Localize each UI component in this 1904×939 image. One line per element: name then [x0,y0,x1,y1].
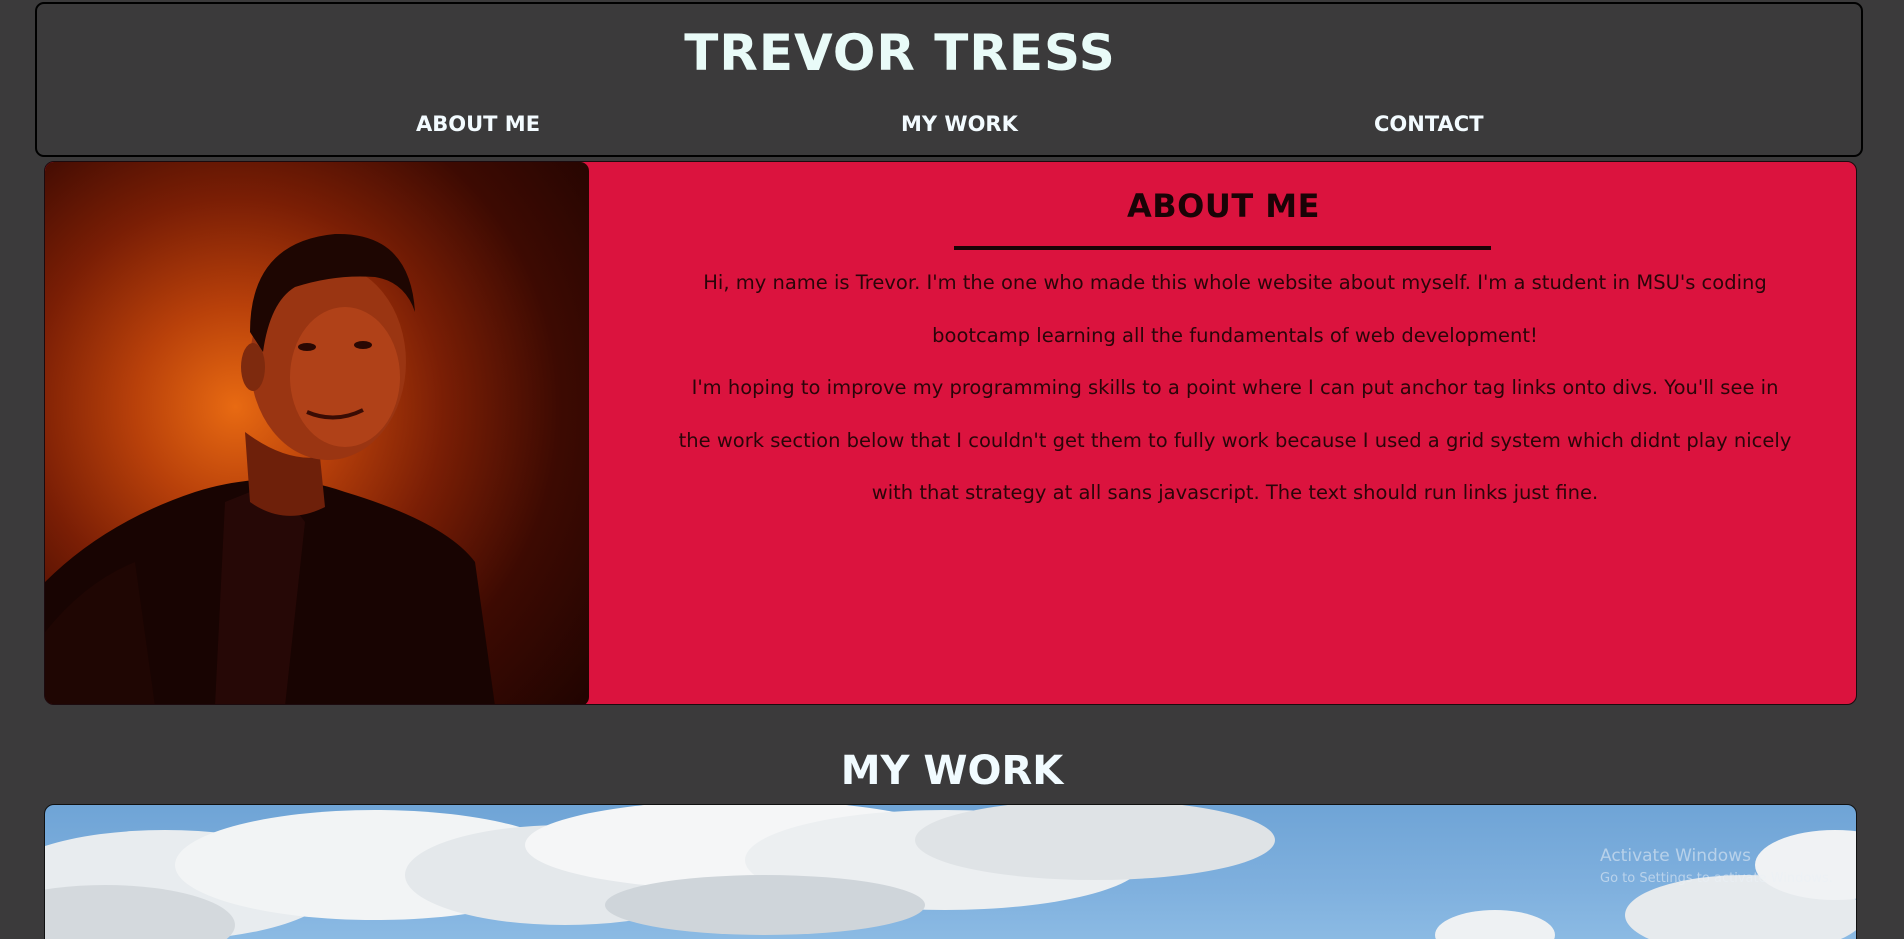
about-paragraph-2: I'm hoping to improve my programming ski… [678,376,1792,504]
site-header: TREVOR TRESS ABOUT ME MY WORK CONTACT [35,2,1863,157]
work-heading: MY WORK [840,748,1064,794]
heading-divider [954,246,1491,250]
about-paragraph-1: Hi, my name is Trevor. I'm the one who m… [703,271,1767,347]
nav-link-contact[interactable]: CONTACT [1374,112,1484,136]
nav-link-my-work[interactable]: MY WORK [901,112,1018,136]
work-project-card[interactable] [44,804,1857,939]
portrait-illustration [45,233,495,704]
page: TREVOR TRESS ABOUT ME MY WORK CONTACT AB… [0,0,1904,939]
site-title: TREVOR TRESS [684,24,1116,82]
about-section: ABOUT ME Hi, my name is Trevor. I'm the … [44,161,1857,705]
activate-windows-watermark: Activate Windows Go to Settings to activ… [1600,846,1833,886]
activate-windows-subtitle: Go to Settings to activate Windows. [1600,871,1833,886]
nav-link-about-me[interactable]: ABOUT ME [416,112,540,136]
profile-photo [45,162,589,704]
about-body: Hi, my name is Trevor. I'm the one who m… [673,257,1797,520]
sky-clouds-image [45,805,1856,939]
activate-windows-title: Activate Windows [1600,846,1751,866]
about-heading: ABOUT ME [1126,187,1320,225]
